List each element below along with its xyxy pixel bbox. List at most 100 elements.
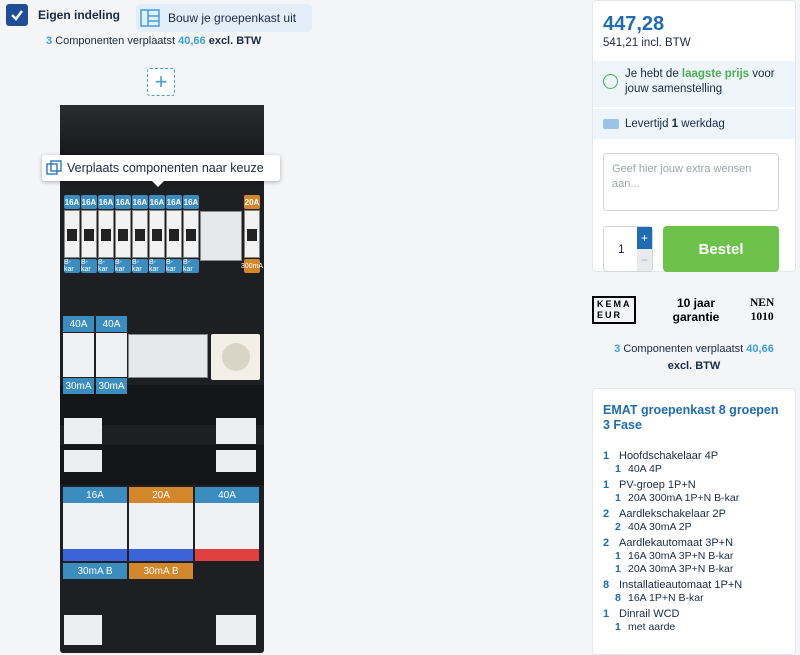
spec-text: met aarde — [628, 621, 676, 633]
pv-body — [244, 210, 260, 258]
moved-price: 40,66 — [746, 343, 774, 355]
spec-subitem: 1 40A 4P — [603, 463, 785, 476]
spec-text: Installatieautomaat 1P+N — [619, 579, 743, 591]
breaker-16a[interactable]: 16A B-kar — [81, 195, 97, 273]
spec-card: EMAT groepenkast 8 groepen 3 Fase 1 Hoofd… — [592, 388, 796, 655]
extra-wishes-input[interactable]: Geef hier jouw extra wensen aan... — [603, 153, 779, 211]
aardlekautomaat-20a[interactable]: 20A 30mA B — [129, 487, 193, 579]
eigen-indeling-toggle[interactable]: Eigen indeling — [6, 4, 120, 26]
rcd-big-body — [63, 503, 127, 549]
spec-text: 40A 30mA 2P — [628, 521, 692, 533]
spec-item: 1 PV-groep 1P+N — [603, 478, 785, 492]
rcd-body[interactable] — [96, 333, 127, 377]
breaker-foot: B-kar — [81, 259, 97, 273]
hoofdschakelaar-40a[interactable]: 40A — [195, 487, 259, 561]
blank-cover — [64, 450, 102, 472]
add-row-button[interactable]: + — [147, 68, 175, 96]
breaker-body — [81, 210, 97, 258]
spec-item: 2 Aardlekautomaat 3P+N — [603, 536, 785, 550]
breaker-16a[interactable]: 16A B-kar — [64, 195, 80, 273]
price-excl: 447,28 — [603, 13, 665, 35]
breaker-16a[interactable]: 16A B-kar — [98, 195, 114, 273]
check-circle-icon — [603, 74, 618, 89]
spec-list: 1 Hoofdschakelaar 4P 1 40A 4P 1 PV-groep 1P+N… — [603, 449, 785, 634]
rcd-big-body — [195, 503, 259, 549]
moved-count: 3 — [614, 343, 621, 355]
order-button[interactable]: Bestel — [663, 226, 779, 272]
blank-cover — [216, 450, 256, 472]
breaker-body — [98, 210, 114, 258]
layout-icon — [140, 9, 160, 27]
spec-subitem: 1 met aarde — [603, 621, 785, 634]
aardlekautomaat-16a[interactable]: 16A 30mA B — [63, 487, 127, 579]
lowest-pre: Je hebt de — [625, 68, 679, 80]
price-card: 447,28 541,21 incl. BTW Je hebt de laags… — [592, 0, 796, 272]
delivery-num: 1 — [671, 118, 679, 130]
breaker-16a[interactable]: 16A B-kar — [132, 195, 148, 273]
rcd-group-row2: 40A 40A 30mA 30mA — [63, 316, 127, 394]
nen-badge: NEN 1010 — [750, 296, 774, 324]
spec-item: 8 Installatieautomaat 1P+N — [603, 578, 785, 592]
spec-qty: 1 — [615, 492, 621, 504]
breaker-16a[interactable]: 16A B-kar — [166, 195, 182, 273]
spec-text: 20A 300mA 1P+N B-kar — [628, 492, 740, 504]
pv-group-breaker[interactable]: 20A 300mA — [241, 195, 263, 273]
breaker-foot: B-kar — [115, 259, 131, 273]
spec-subitem: 8 16A 1P+N B-kar — [603, 592, 785, 605]
certification-badges: KEMA EUR 10 jaar garantie NEN 1010 — [592, 292, 796, 332]
move-components-tooltip: Verplaats componenten naar keuze — [42, 155, 280, 187]
breaker-foot: B-kar — [98, 259, 114, 273]
wall-socket[interactable] — [211, 334, 260, 380]
socket-icon — [221, 343, 250, 371]
decrement-button[interactable]: − — [637, 249, 652, 271]
breaker-body — [115, 210, 131, 258]
build-cabinet-label: Bouw je groepenkast uit — [168, 11, 297, 25]
spec-qty: 8 — [615, 592, 621, 604]
spec-qty: 1 — [615, 550, 621, 562]
breaker-16a[interactable]: 16A B-kar — [149, 195, 165, 273]
rcd-big-base — [129, 549, 193, 561]
moved-count: 3 — [46, 35, 53, 47]
moved-label: Componenten verplaatst — [623, 343, 744, 355]
breaker-foot: B-kar — [64, 259, 80, 273]
breaker-16a[interactable]: 16A B-kar — [183, 195, 199, 273]
breaker-16a[interactable]: 16A B-kar — [115, 195, 131, 273]
breaker-toggle — [84, 229, 94, 241]
rcd-big-tag: 20A — [129, 487, 193, 503]
rcd-body[interactable] — [63, 333, 94, 377]
blank-cover — [64, 418, 102, 444]
kema-keur-logo: KEMA EUR — [592, 296, 636, 324]
breaker-toggle — [152, 229, 162, 241]
rcd-foot: 30mA — [96, 378, 127, 394]
increment-button[interactable]: + — [637, 227, 652, 249]
tooltip-label: Verplaats componenten naar keuze — [67, 161, 264, 175]
spec-item: 2 Aardlekschakelaar 2P — [603, 507, 785, 521]
breaker-tag: 16A — [132, 195, 148, 209]
breaker-tag: 16A — [81, 195, 97, 209]
moved-suffix: excl. BTW — [208, 35, 262, 47]
moved-price: 40,66 — [178, 35, 206, 47]
rcd-big-tag: 16A — [63, 487, 127, 503]
spec-subitem: 2 40A 30mA 2P — [603, 521, 785, 534]
spec-qty: 2 — [603, 537, 610, 549]
blank-cover — [64, 615, 102, 645]
delivery-pre: Levertijd — [625, 118, 669, 130]
breaker-tag: 16A — [64, 195, 80, 209]
lowest-price-note: Je hebt de laagste prijs voor jouw samen… — [593, 61, 795, 107]
kema-line2: EUR — [597, 310, 623, 320]
quantity-stepper[interactable]: 1 + − — [603, 226, 653, 272]
checkbox-checked-icon[interactable] — [6, 4, 28, 26]
nen-line1: NEN — [750, 297, 775, 309]
spec-subitem: 1 16A 30mA 3P+N B-kar — [603, 550, 785, 563]
price-incl: 541,21 incl. BTW — [603, 37, 691, 49]
spec-qty: 1 — [615, 463, 621, 475]
pv-toggle — [247, 229, 257, 241]
spec-item: 1 Dinrail WCD — [603, 607, 785, 621]
breaker-body — [149, 210, 165, 258]
rcd-foot: 30mA — [63, 378, 94, 394]
breaker-toggle — [186, 229, 196, 241]
build-cabinet-button[interactable]: Bouw je groepenkast uit — [136, 4, 312, 32]
configurator-area: Eigen indeling Bouw je groepenkast uit 3… — [0, 0, 580, 655]
spec-subitem: 1 20A 300mA 1P+N B-kar — [603, 492, 785, 505]
breaker-body — [64, 210, 80, 258]
